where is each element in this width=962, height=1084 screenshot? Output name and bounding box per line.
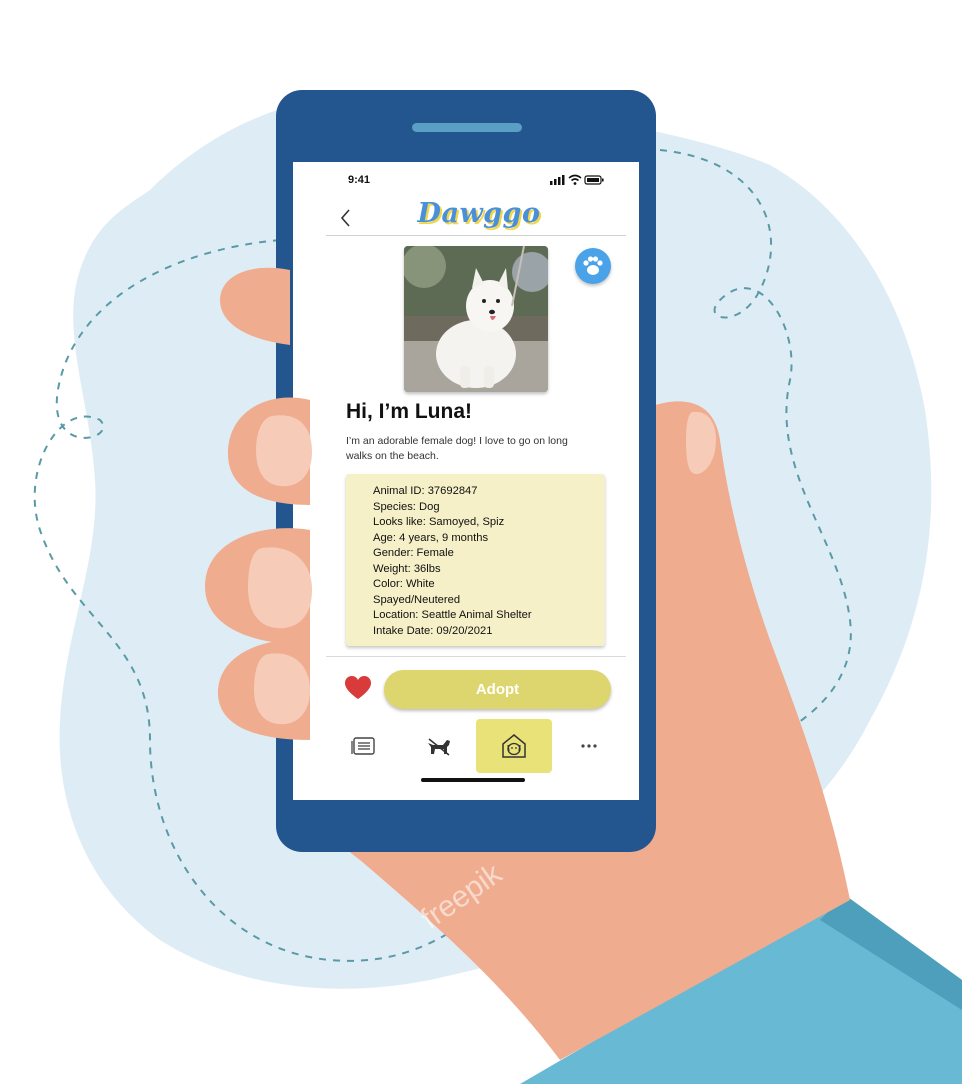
- shelter-icon: [502, 734, 526, 758]
- status-time: 9:41: [348, 174, 371, 186]
- more-icon: [581, 744, 597, 748]
- tab-feed[interactable]: [326, 719, 401, 773]
- back-chevron-icon[interactable]: [338, 206, 354, 230]
- dog-icon: [427, 738, 450, 756]
- pet-detail-item: Location: Seattle Animal Shelter: [373, 609, 532, 621]
- list-icon: [350, 737, 375, 755]
- wifi-icon: [568, 174, 582, 182]
- battery-icon: [584, 175, 604, 185]
- tab-dogs[interactable]: [401, 719, 476, 773]
- pet-greeting-title: Hi, I’m Luna!: [346, 400, 472, 423]
- header-divider: [326, 235, 626, 236]
- pet-detail-item: Animal ID: 37692847: [373, 485, 478, 497]
- home-indicator[interactable]: [421, 778, 525, 782]
- pet-detail-item: Intake Date: 09/20/2021: [373, 624, 493, 637]
- status-icons: [550, 174, 604, 185]
- adopt-button[interactable]: Adopt: [384, 670, 611, 709]
- content-divider: [326, 656, 626, 657]
- phone-speaker: [412, 123, 522, 132]
- paw-icon: [583, 256, 603, 275]
- tab-more[interactable]: [552, 719, 626, 773]
- pet-detail-item: Color: White: [373, 578, 435, 590]
- pet-detail-item: Spayed/Neutered: [373, 593, 461, 606]
- bottom-tab-bar: [326, 719, 626, 779]
- pet-detail-item: Age: 4 years, 9 months: [373, 531, 489, 544]
- pet-bio: I’m an adorable female dog! I love to go…: [346, 435, 568, 462]
- pet-photo: [404, 246, 548, 392]
- pet-detail-item: Weight: 36lbs: [373, 562, 441, 575]
- app-logo: Dawggo: [417, 198, 541, 229]
- pet-details-list: Animal ID: 37692847 Species: Dog Looks lik…: [346, 474, 605, 639]
- signal-icon: [550, 175, 565, 185]
- pet-info-card: Animal ID: 37692847 Species: Dog Looks lik…: [346, 474, 605, 646]
- pet-detail-item: Looks like: Samoyed, Spiz: [373, 516, 505, 528]
- dog-photo-image: [404, 246, 548, 392]
- tab-shelter[interactable]: [476, 719, 552, 773]
- heart-icon[interactable]: [344, 675, 372, 701]
- pet-detail-item: Species: Dog: [373, 500, 440, 513]
- paw-button[interactable]: [575, 248, 611, 284]
- phone-screen: 9:41 Dawggo Hi, I’m Luna! I’m an adorabl…: [294, 164, 636, 796]
- pet-detail-item: Gender: Female: [373, 547, 454, 559]
